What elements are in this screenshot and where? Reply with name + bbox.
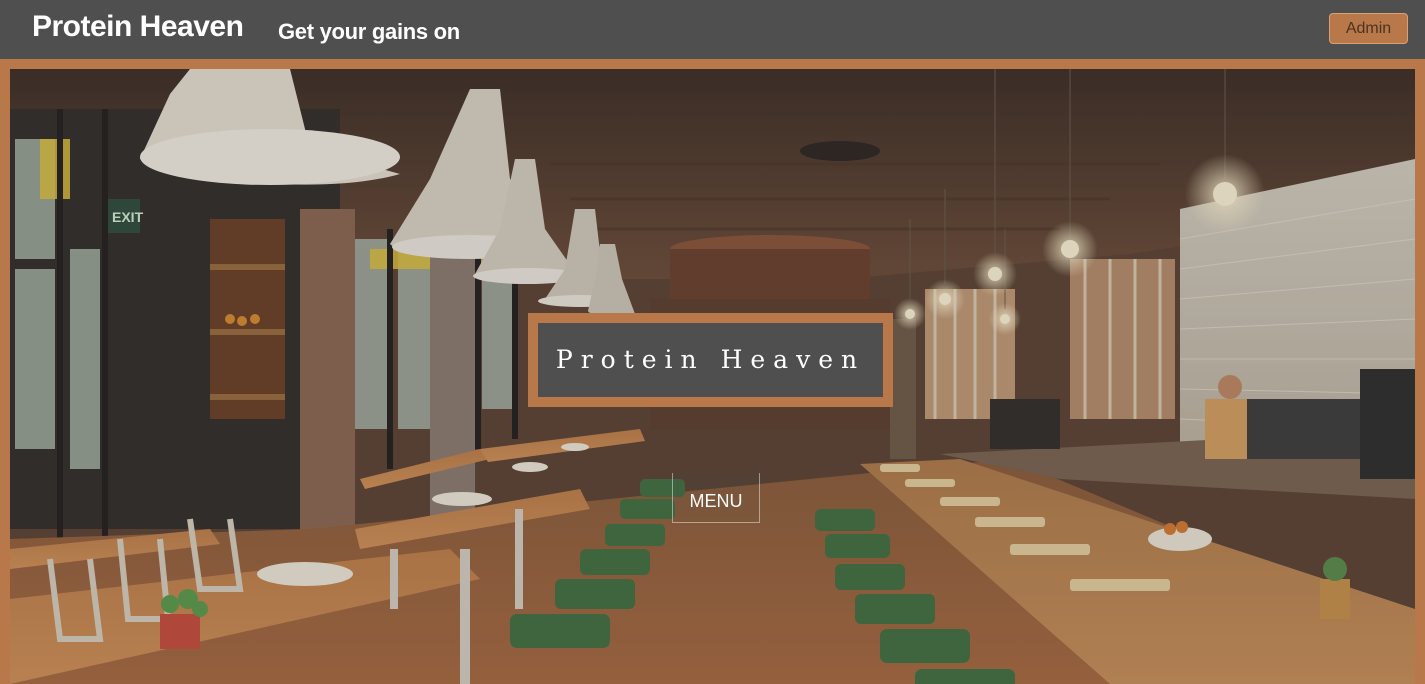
admin-button[interactable]: Admin	[1329, 13, 1408, 44]
hero-section: EXIT Protein Heaven MENU	[10, 69, 1415, 684]
tagline: Get your gains on	[278, 19, 460, 44]
menu-button[interactable]: MENU	[672, 473, 760, 523]
brand-title[interactable]: Protein Heaven	[32, 10, 244, 44]
hero-frame: EXIT Protein Heaven MENU	[0, 59, 1425, 684]
top-navbar: Protein Heaven Get your gains on Admin	[0, 0, 1425, 59]
hero-title: Protein Heaven	[528, 313, 893, 407]
